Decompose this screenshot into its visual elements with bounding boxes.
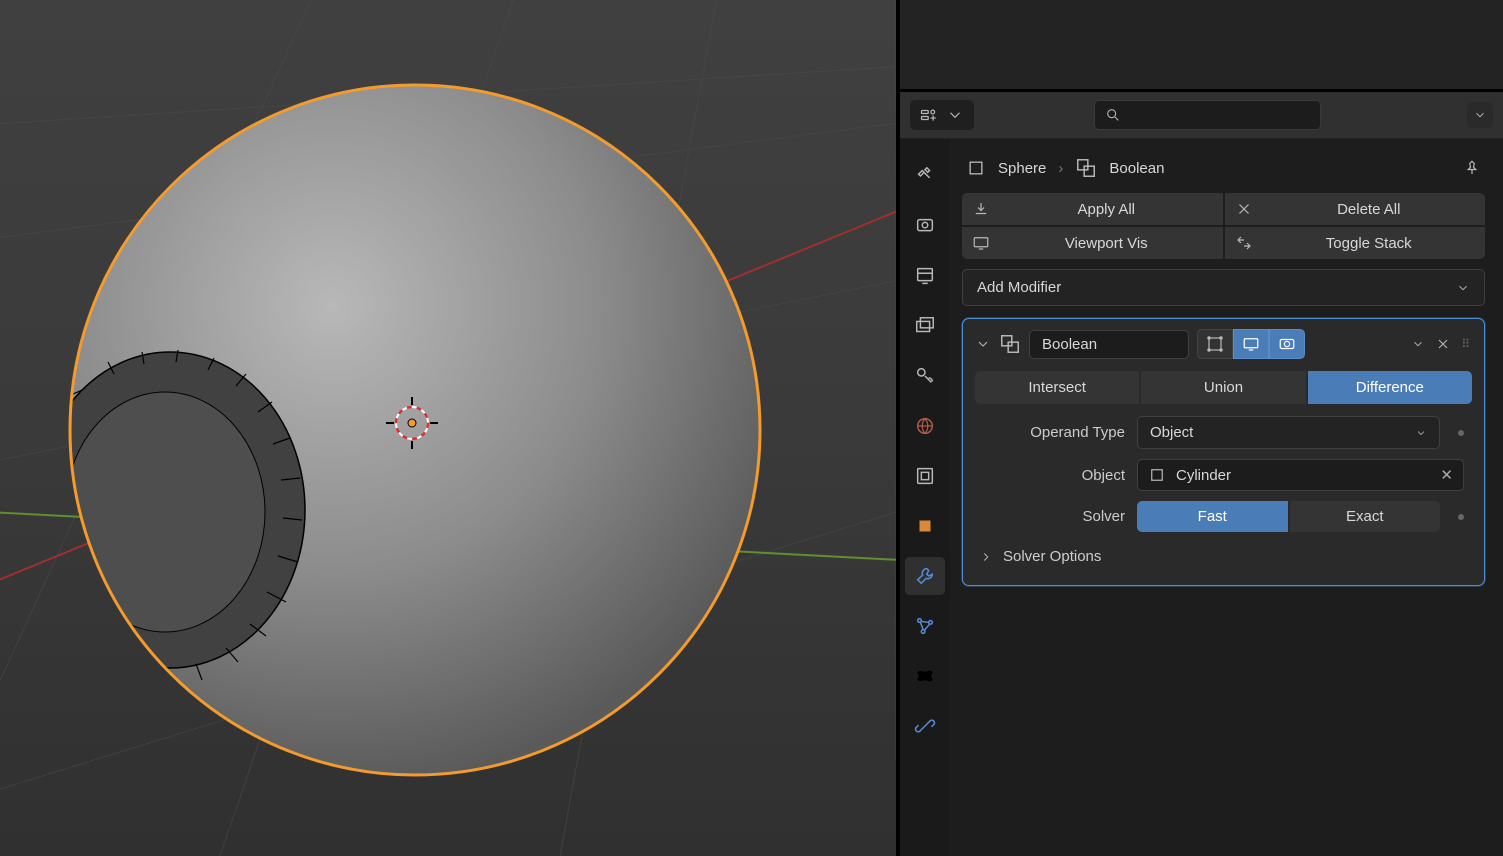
viewport-3d[interactable]: [0, 0, 896, 856]
x-icon: [1235, 200, 1253, 218]
apply-all-button[interactable]: Apply All: [962, 193, 1223, 225]
tab-constraints[interactable]: [905, 707, 945, 745]
display-filter-button[interactable]: [910, 100, 974, 130]
collapse-toggle[interactable]: [975, 336, 991, 352]
operation-segmented: Intersect Union Difference: [975, 371, 1472, 404]
properties-search[interactable]: [1094, 100, 1321, 130]
top-editor-region: [900, 0, 1503, 92]
display-realtime-toggle[interactable]: [1233, 329, 1269, 359]
viewport-vis-button[interactable]: Viewport Vis: [962, 227, 1223, 259]
remove-modifier-button[interactable]: [1435, 336, 1451, 352]
tab-particles[interactable]: [905, 607, 945, 645]
properties-search-input[interactable]: [1129, 107, 1310, 123]
anim-dot[interactable]: [1458, 514, 1464, 520]
breadcrumb-object[interactable]: Sphere: [998, 160, 1046, 177]
solver-options-subpanel[interactable]: Solver Options: [975, 542, 1472, 571]
operation-difference[interactable]: Difference: [1308, 371, 1472, 404]
operand-type-label: Operand Type: [975, 424, 1125, 441]
object-icon: [966, 158, 986, 178]
solver-exact[interactable]: Exact: [1290, 501, 1441, 532]
object-picker[interactable]: Cylinder ✕: [1137, 459, 1464, 491]
toggle-stack-label: Toggle Stack: [1263, 235, 1476, 252]
pin-icon[interactable]: [1463, 159, 1481, 177]
anim-dot[interactable]: [1458, 430, 1464, 436]
modifier-name-input[interactable]: Boolean: [1029, 330, 1189, 359]
modifier-menu-button[interactable]: [1411, 337, 1425, 351]
properties-tab-column: [900, 139, 950, 856]
add-modifier-label: Add Modifier: [977, 279, 1456, 296]
tab-scene[interactable]: [905, 357, 945, 395]
options-button[interactable]: [1467, 102, 1493, 128]
display-editmode-toggle[interactable]: [1197, 329, 1233, 359]
delete-all-button[interactable]: Delete All: [1225, 193, 1486, 225]
modifier-icon-crumb: [1075, 157, 1097, 179]
operand-type-dropdown[interactable]: Object: [1137, 416, 1440, 449]
tab-world[interactable]: [905, 407, 945, 445]
breadcrumb-modifier[interactable]: Boolean: [1109, 160, 1164, 177]
tab-viewlayer[interactable]: [905, 307, 945, 345]
solver-label: Solver: [975, 508, 1125, 525]
breadcrumb-separator: ›: [1058, 160, 1063, 177]
expand-icon: [1235, 234, 1253, 252]
mesh-icon: [1148, 466, 1166, 484]
breadcrumb: Sphere › Boolean: [962, 151, 1485, 193]
toggle-stack-button[interactable]: Toggle Stack: [1225, 227, 1486, 259]
modifier-boolean: Boolean ⠿ Intersect Union Diff: [962, 318, 1485, 586]
boolean-icon: [999, 333, 1021, 355]
object-label: Object: [975, 467, 1125, 484]
tab-tool[interactable]: [905, 157, 945, 195]
tab-render[interactable]: [905, 207, 945, 245]
apply-all-label: Apply All: [1000, 201, 1213, 218]
solver-segmented: Fast Exact: [1137, 501, 1440, 532]
clear-object-button[interactable]: ✕: [1440, 466, 1453, 484]
chevron-right-icon: [979, 550, 993, 564]
tab-collection[interactable]: [905, 457, 945, 495]
delete-all-label: Delete All: [1263, 201, 1476, 218]
operation-intersect[interactable]: Intersect: [975, 371, 1139, 404]
add-modifier-dropdown[interactable]: Add Modifier: [962, 269, 1485, 306]
chevron-down-icon: [1415, 427, 1427, 439]
tab-output[interactable]: [905, 257, 945, 295]
modifier-properties-panel: Sphere › Boolean Apply All Delete All Vi…: [950, 139, 1503, 856]
monitor-icon: [972, 234, 990, 252]
solver-fast[interactable]: Fast: [1137, 501, 1288, 532]
search-icon: [1105, 107, 1121, 123]
chevron-down-icon: [1456, 281, 1470, 295]
display-render-toggle[interactable]: [1269, 329, 1305, 359]
download-icon: [972, 200, 990, 218]
operation-union[interactable]: Union: [1141, 371, 1305, 404]
tab-object[interactable]: [905, 507, 945, 545]
tab-modifiers[interactable]: [905, 557, 945, 595]
tab-physics[interactable]: [905, 657, 945, 695]
viewport-vis-label: Viewport Vis: [1000, 235, 1213, 252]
drag-handle[interactable]: ⠿: [1461, 337, 1472, 351]
